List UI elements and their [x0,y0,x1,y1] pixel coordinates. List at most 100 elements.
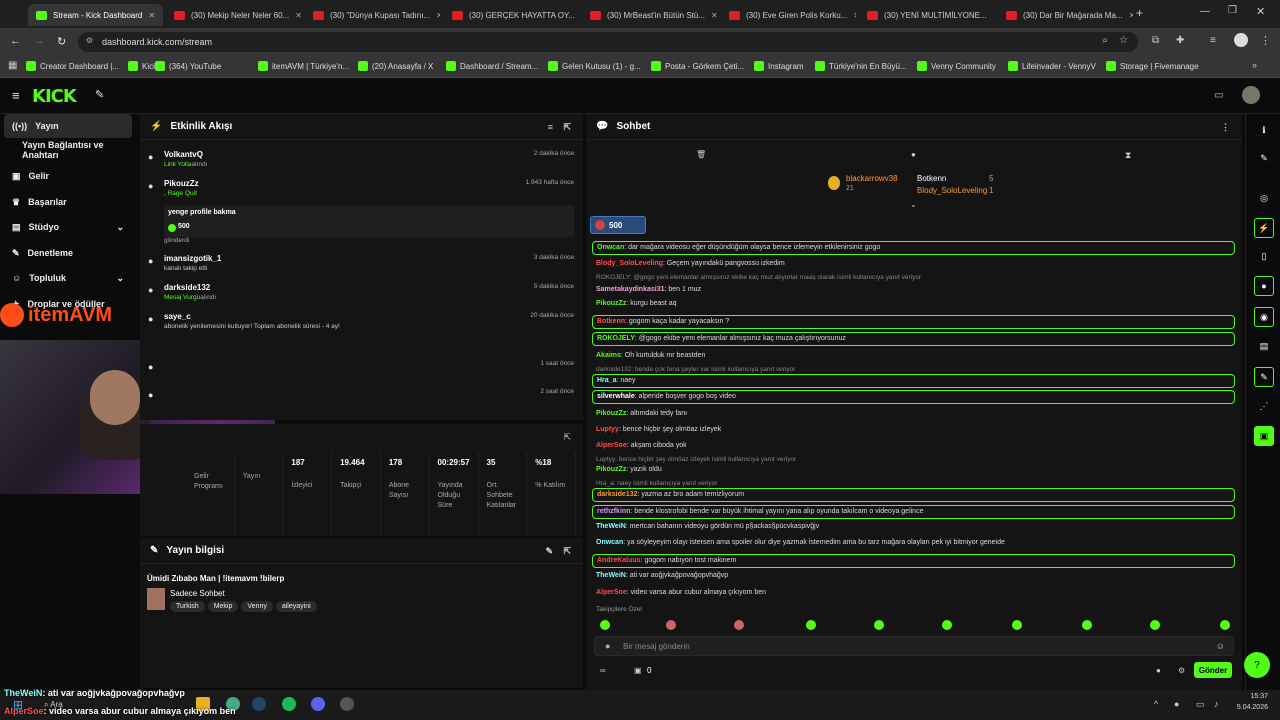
popout-icon[interactable]: ⇱ [563,546,571,557]
browser-tab[interactable]: Stream - Kick Dashboard ✕ [28,4,163,26]
activity-item[interactable]: ● 2 saat önce [146,388,578,412]
activity-user[interactable]: saye_c [164,312,191,321]
browser-tab[interactable]: (30) Dar Bir Mağarada Ma... ✕ [998,4,1133,26]
chat-username[interactable]: Botkenn [597,318,625,325]
activity-user[interactable]: imansizgotik_1 [164,254,221,263]
maximize-button[interactable]: ❐ [1228,5,1237,16]
bookmark-item[interactable]: (20) Anasayfa / X [358,61,433,71]
chat-message[interactable]: AndreKaluus: gogom nabıyon tost makinem [592,554,1235,568]
pencil-icon[interactable]: ✎ [1254,148,1274,168]
chat-message[interactable]: silverwhale: alperide boşver gogo boş vi… [592,390,1235,404]
emote-icon[interactable] [1150,620,1160,630]
bookmark-item[interactable]: Creator Dashboard |... [26,61,119,71]
doc-icon[interactable]: ▯ [1254,246,1274,266]
target-icon[interactable]: ◎ [1254,188,1274,208]
chat-username[interactable]: AlperSoe [596,589,627,596]
help-button[interactable]: ? [1244,652,1270,678]
chat-message[interactable]: Akaims: Oh kurtulduk mr beastden [592,350,1235,364]
chat-input[interactable]: ● Bir mesaj gönderin ☺ [594,636,1234,656]
bolt-icon[interactable]: ⚡ [1254,218,1274,238]
spotify-icon[interactable] [282,697,296,711]
tag-chip[interactable]: Venny [241,601,273,612]
activity-user[interactable]: darkside132 [164,283,210,292]
browser-tab[interactable]: (30) YENİ MULTİMİLYONE...✕ [859,4,994,26]
edit-icon[interactable]: ✎ [545,546,553,557]
chat-settings-icon[interactable]: ● [1156,666,1161,675]
chat-username[interactable]: AlperSoe [596,442,627,449]
bookmark-item[interactable]: Gelen Kutusu (1) - g... [548,61,641,71]
info-icon[interactable]: ℹ [1254,120,1274,140]
bookmark-item[interactable]: Venny Community [917,61,996,71]
tray-chevron-icon[interactable]: ^ [1154,699,1158,709]
chat-username[interactable]: AndreKaluus [597,557,641,564]
bookmark-item[interactable]: Lifeinvader - VennyV [1008,61,1096,71]
mic-icon[interactable]: ● [1174,699,1179,709]
bookmark-item[interactable]: Kick [128,61,157,71]
chat-message[interactable]: Hra_a: naey [592,374,1235,388]
layers-icon[interactable]: ▤ [1254,336,1274,356]
popout-icon[interactable]: ⇱ [563,122,571,133]
pinned-kicks[interactable]: 500 [590,216,646,234]
emoji-icon[interactable]: ☺ [1216,641,1225,651]
close-tab-icon[interactable]: ✕ [295,11,301,20]
extension-icon[interactable]: ⧉ [1152,35,1159,46]
filter-icon[interactable]: ≡ [548,122,553,132]
activity-item[interactable]: ● imansizgotik_1 kanalı takip etti 3 dakika… [146,254,578,278]
broadcast-icon[interactable]: ◉ [1254,307,1274,327]
sidebar-item-studyo[interactable]: ▤ Stüdyo ⌄ [4,215,132,239]
emote-icon[interactable] [734,620,744,630]
hourglass-icon[interactable]: ⧗ [1125,150,1131,161]
activity-item[interactable]: ● VolkantvQ Link Yollaalındı 2 dakika önce [146,150,578,174]
browser-tab[interactable]: (30) Mekip Neler Neler 60... ✕ [166,4,301,26]
emote-icon[interactable] [1012,620,1022,630]
steam-icon[interactable] [252,697,266,711]
sidebar-item-gelir[interactable]: ▣ Gelir [4,164,132,188]
bookmark-item[interactable]: itemAVM | Türkiye'n... [258,61,349,71]
chat-message[interactable]: ROKOJELY: @gogo ekibe yeni elemanlar alm… [592,332,1235,346]
network-icon[interactable]: ▭ [1196,699,1205,710]
expand-icon[interactable]: ⌄ [910,200,917,209]
sidebar-item-basarilar[interactable]: ♛ Başarılar [4,190,132,214]
zoom-icon[interactable]: ⌕ [1102,35,1108,46]
tag-chip[interactable]: Mekip [207,601,239,612]
chat-message[interactable]: darkside132: yazma az bro adam temizliyo… [592,488,1235,502]
tag-chip[interactable]: Turkish [170,601,205,612]
chat-username[interactable]: Sametakaydinkasi31 [596,286,665,293]
kick-logo[interactable]: KICK [32,86,77,107]
chat-message[interactable]: AlperSoe: akşam ciboda yok [592,440,1235,454]
chat-menu-icon[interactable]: ⋮ [1221,122,1230,133]
chat-message[interactable]: AlperSoe: video varsa abur cubur almaya … [592,587,1235,601]
emote-icon[interactable] [600,620,610,630]
close-tab-icon[interactable]: ✕ [148,11,155,20]
browser-menu-icon[interactable]: ⋮ [1260,34,1271,47]
sidebar-item-stream-key[interactable]: Yayın Bağlantısı ve Anahtarı [4,138,132,162]
bookmark-item[interactable]: Posta - Görkem Çeti... [651,61,744,71]
chat-message[interactable]: Onwcan: ya söyleyeyim olayı istersen ama… [592,537,1235,551]
close-tab-icon[interactable]: ✕ [993,11,994,20]
close-tab-icon[interactable]: ✕ [1129,11,1133,20]
user-avatar[interactable] [1242,86,1260,104]
bookmark-star-icon[interactable]: ☆ [1119,35,1128,46]
chat-message[interactable]: TheWeiN: ati var aoğjvkağpovağopvhağvp [592,570,1235,584]
chat-username[interactable]: Luptyy [596,426,619,433]
bookmark-item[interactable]: Storage | Fivemanage [1106,61,1199,71]
chat-username[interactable]: Onwcan [597,244,624,251]
chat-username[interactable]: Onwcan [596,539,623,546]
discord-icon[interactable] [311,697,325,711]
sidebar-item-yayin[interactable]: ((•)) Yayın [4,114,132,138]
close-tab-icon[interactable]: ✕ [853,11,856,20]
chat-username[interactable]: PikouzZz [596,410,626,417]
activity-item[interactable]: ● saye_c abonelik yenilemesini kutluyor! T… [146,312,578,336]
chat-username[interactable]: ROKOJELY [597,335,635,342]
close-tab-icon[interactable]: ✕ [436,11,440,20]
chat-message[interactable]: rethzfkinn: bende klostrofobi bende var … [592,505,1235,519]
back-icon[interactable]: ← [10,35,21,47]
forward-icon[interactable]: → [34,35,45,47]
chat-message[interactable]: PikouzZz: yazık oldu [592,464,1235,478]
more-bookmarks-icon[interactable]: » [1252,60,1257,70]
chat-username[interactable]: silverwhale [597,393,635,400]
browser-tab[interactable]: (30) "Dünya Kupası Tadını... ✕ [305,4,440,26]
close-window-button[interactable]: ✕ [1256,5,1265,18]
chat-username[interactable]: Blody_SoloLeveling [596,260,663,267]
box-icon[interactable]: ▣ [634,666,642,675]
